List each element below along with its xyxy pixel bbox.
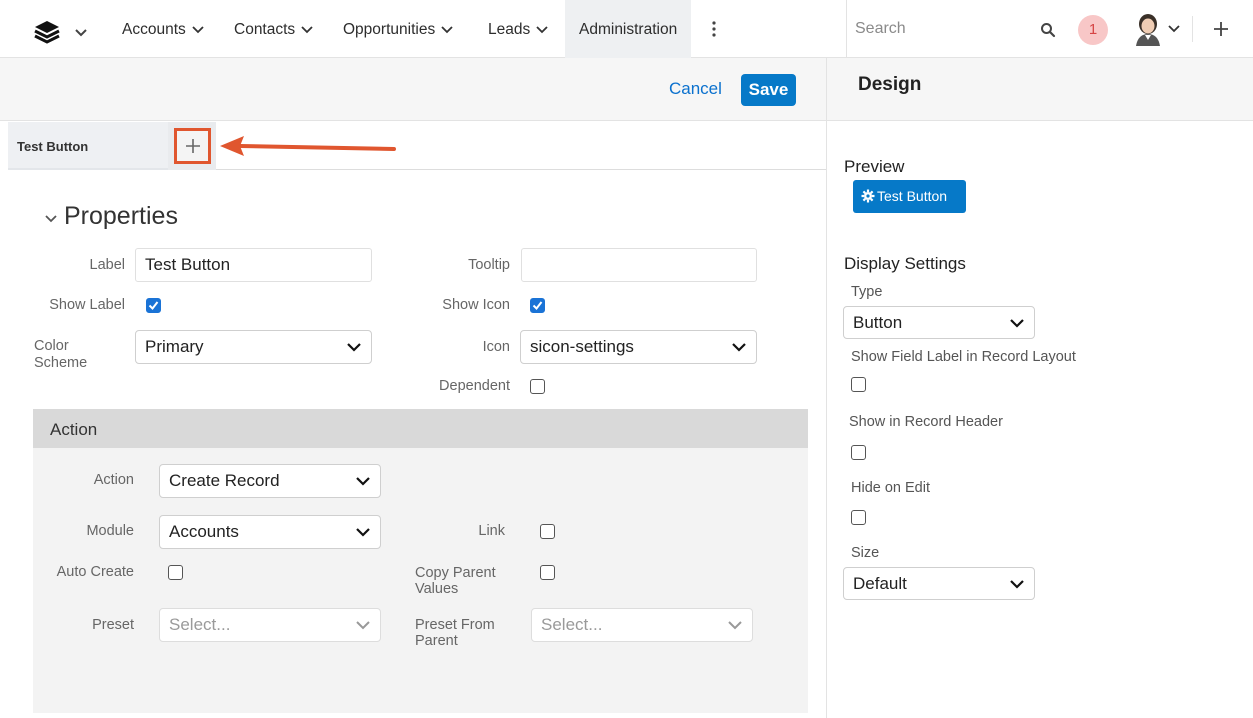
size-select[interactable]: Default [843, 567, 1035, 600]
nav-item-accounts[interactable]: Accounts [122, 0, 204, 58]
show-icon-checkbox[interactable] [530, 298, 545, 313]
tab-label[interactable]: Test Button [17, 139, 88, 154]
notification-badge[interactable]: 1 [1078, 15, 1108, 45]
display-settings-heading: Display Settings [844, 254, 966, 273]
chevron-down-icon [356, 477, 370, 486]
show-field-label-label: Show Field Label in Record Layout [851, 349, 1076, 365]
dependent-checkbox[interactable] [530, 379, 545, 394]
chevron-down-icon [301, 26, 313, 34]
auto-create-checkbox[interactable] [168, 565, 183, 580]
nav-item-contacts[interactable]: Contacts [234, 0, 313, 58]
panel-divider [826, 58, 827, 718]
nav-item-administration[interactable]: Administration [565, 0, 692, 58]
show-in-header-label: Show in Record Header [849, 414, 1003, 430]
preset-from-parent-field-label: Preset From Parent [415, 617, 495, 649]
label-input[interactable]: Test Button [135, 248, 372, 282]
collapse-chevron-icon[interactable] [44, 214, 58, 224]
add-button[interactable] [174, 128, 211, 164]
module-field-label: Module [86, 523, 134, 539]
more-menu-icon[interactable] [710, 19, 718, 39]
preview-test-button[interactable]: Test Button [853, 180, 966, 213]
nav-item-leads[interactable]: Leads [488, 0, 548, 58]
auto-create-field-label: Auto Create [56, 564, 134, 580]
dependent-field-label: Dependent [439, 378, 510, 394]
quick-create-plus-icon[interactable] [1212, 20, 1230, 38]
size-field-label: Size [851, 545, 880, 561]
chevron-down-icon[interactable] [1168, 24, 1180, 34]
annotation-arrow [220, 136, 396, 156]
chevron-down-icon [356, 528, 370, 537]
copy-parent-values-field-label: Copy Parent Values [415, 565, 496, 597]
chevron-down-icon [356, 621, 370, 630]
hide-on-edit-checkbox[interactable] [851, 510, 866, 525]
module-select[interactable]: Accounts [159, 515, 381, 549]
global-search-input[interactable]: Search [855, 20, 906, 38]
action-panel [33, 409, 808, 713]
icon-select[interactable]: sicon-settings [520, 330, 757, 364]
properties-heading[interactable]: Properties [64, 202, 178, 231]
top-navigation: Accounts Contacts Opportunities Leads Ad… [0, 0, 1253, 58]
nav-divider [1192, 16, 1193, 42]
show-field-label-checkbox[interactable] [851, 377, 866, 392]
preview-heading: Preview [844, 157, 905, 176]
tooltip-input[interactable] [521, 248, 757, 282]
link-checkbox[interactable] [540, 524, 555, 539]
show-icon-field-label: Show Icon [442, 297, 510, 313]
cancel-button[interactable]: Cancel [669, 79, 722, 99]
color-scheme-field-label: Color Scheme [34, 338, 88, 371]
chevron-down-icon [192, 26, 204, 34]
icon-field-label: Icon [482, 339, 510, 355]
show-in-header-checkbox[interactable] [851, 445, 866, 460]
chevron-down-icon [441, 26, 453, 34]
settings-gear-icon [861, 189, 875, 203]
search-icon[interactable] [1040, 22, 1056, 38]
copy-parent-values-checkbox[interactable] [540, 565, 555, 580]
nav-divider [846, 0, 847, 58]
tooltip-field-label: Tooltip [468, 257, 510, 273]
chevron-down-icon [347, 343, 361, 352]
color-scheme-select[interactable]: Primary [135, 330, 372, 364]
save-button[interactable]: Save [741, 74, 796, 106]
chevron-down-icon [1010, 319, 1024, 328]
link-field-label: Link [478, 523, 505, 539]
app-logo-icon[interactable] [34, 20, 98, 44]
user-avatar[interactable] [1133, 12, 1163, 46]
preset-select[interactable]: Select... [159, 608, 381, 642]
check-icon [532, 301, 543, 311]
action-panel-header [33, 409, 808, 448]
action-select[interactable]: Create Record [159, 464, 381, 498]
hide-on-edit-label: Hide on Edit [851, 480, 930, 496]
label-field-label: Label [89, 257, 125, 273]
plus-icon [186, 139, 200, 153]
check-icon [148, 301, 159, 311]
show-label-checkbox[interactable] [146, 298, 161, 313]
chevron-down-icon [728, 621, 742, 630]
chevron-down-icon [732, 343, 746, 352]
type-field-label: Type [851, 284, 883, 300]
chevron-down-icon [1010, 580, 1024, 589]
action-heading: Action [50, 420, 98, 439]
nav-item-opportunities[interactable]: Opportunities [343, 0, 453, 58]
preset-from-parent-select[interactable]: Select... [531, 608, 753, 642]
type-select[interactable]: Button [843, 306, 1035, 339]
show-label-field-label: Show Label [49, 297, 125, 313]
preset-field-label: Preset [92, 617, 134, 633]
design-heading: Design [858, 74, 922, 95]
chevron-down-icon [536, 26, 548, 34]
action-field-label: Action [93, 472, 134, 488]
